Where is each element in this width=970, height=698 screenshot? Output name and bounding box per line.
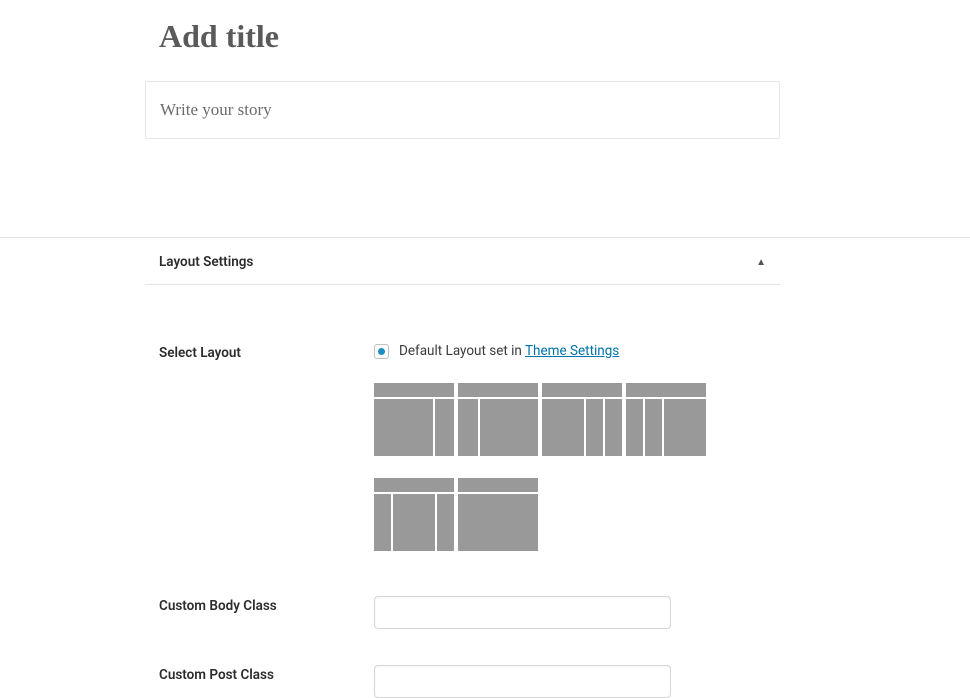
layout-col-sidebar-icon <box>626 399 643 456</box>
layout-header-bar-icon <box>374 478 454 492</box>
layout-body-icon <box>626 399 706 456</box>
layout-header-bar-icon <box>626 383 706 397</box>
default-layout-radio-row[interactable]: Default Layout set in Theme Settings <box>374 343 766 359</box>
layout-col-content-icon <box>374 399 433 456</box>
layout-header-bar-icon <box>458 478 538 492</box>
select-layout-field: Select Layout Default Layout set in Them… <box>159 343 766 551</box>
layout-option-content-sidebar[interactable] <box>374 383 454 456</box>
custom-body-class-control <box>374 596 766 629</box>
custom-post-class-field: Custom Post Class <box>159 665 766 698</box>
custom-body-class-input[interactable] <box>374 596 671 629</box>
custom-post-class-input[interactable] <box>374 665 671 698</box>
metabox-body: Select Layout Default Layout set in Them… <box>145 285 780 698</box>
layout-col-content-icon <box>664 399 706 456</box>
metabox-header[interactable]: Layout Settings ▲ <box>145 238 780 285</box>
layout-col-sidebar-icon <box>586 399 603 456</box>
layout-col-sidebar-icon <box>605 399 622 456</box>
layout-col-sidebar-icon <box>645 399 662 456</box>
layout-col-content-icon <box>458 494 538 551</box>
layout-body-icon <box>458 494 538 551</box>
layout-col-sidebar-icon <box>435 399 455 456</box>
layout-option-content-sidebar-sidebar[interactable] <box>542 383 622 456</box>
layout-option-sidebar-content[interactable] <box>458 383 538 456</box>
layout-col-sidebar-icon <box>437 494 454 551</box>
layout-settings-metabox: Layout Settings ▲ Select Layout Default … <box>145 238 780 698</box>
layout-col-content-icon <box>393 494 435 551</box>
layout-col-content-icon <box>480 399 539 456</box>
layout-option-full-width[interactable] <box>458 478 538 551</box>
layout-body-icon <box>374 399 454 456</box>
collapse-triangle-icon: ▲ <box>756 257 766 268</box>
custom-body-class-field: Custom Body Class <box>159 596 766 629</box>
post-title-input[interactable] <box>145 0 780 75</box>
layout-body-icon <box>458 399 538 456</box>
select-layout-control: Default Layout set in Theme Settings <box>374 343 766 551</box>
radio-icon <box>374 344 389 359</box>
layout-options-grid <box>374 383 714 551</box>
layout-header-bar-icon <box>458 383 538 397</box>
layout-col-content-icon <box>542 399 584 456</box>
editor-area <box>0 0 780 179</box>
metabox-title: Layout Settings <box>159 254 253 270</box>
custom-post-class-label: Custom Post Class <box>159 665 374 698</box>
select-layout-label: Select Layout <box>159 343 374 551</box>
layout-header-bar-icon <box>542 383 622 397</box>
layout-option-sidebar-sidebar-content[interactable] <box>626 383 706 456</box>
radio-dot-icon <box>378 348 385 355</box>
layout-col-sidebar-icon <box>458 399 478 456</box>
default-layout-radio-label: Default Layout set in Theme Settings <box>399 343 619 359</box>
content-block-wrapper <box>145 81 780 139</box>
custom-post-class-control <box>374 665 766 698</box>
layout-row-gap <box>374 460 714 474</box>
layout-body-icon <box>374 494 454 551</box>
default-layout-text-prefix: Default Layout set in <box>399 343 525 359</box>
post-content-input[interactable] <box>160 100 765 120</box>
layout-header-bar-icon <box>374 383 454 397</box>
custom-body-class-label: Custom Body Class <box>159 596 374 629</box>
layout-option-sidebar-content-sidebar[interactable] <box>374 478 454 551</box>
layout-col-sidebar-icon <box>374 494 391 551</box>
theme-settings-link[interactable]: Theme Settings <box>525 343 619 359</box>
layout-body-icon <box>542 399 622 456</box>
